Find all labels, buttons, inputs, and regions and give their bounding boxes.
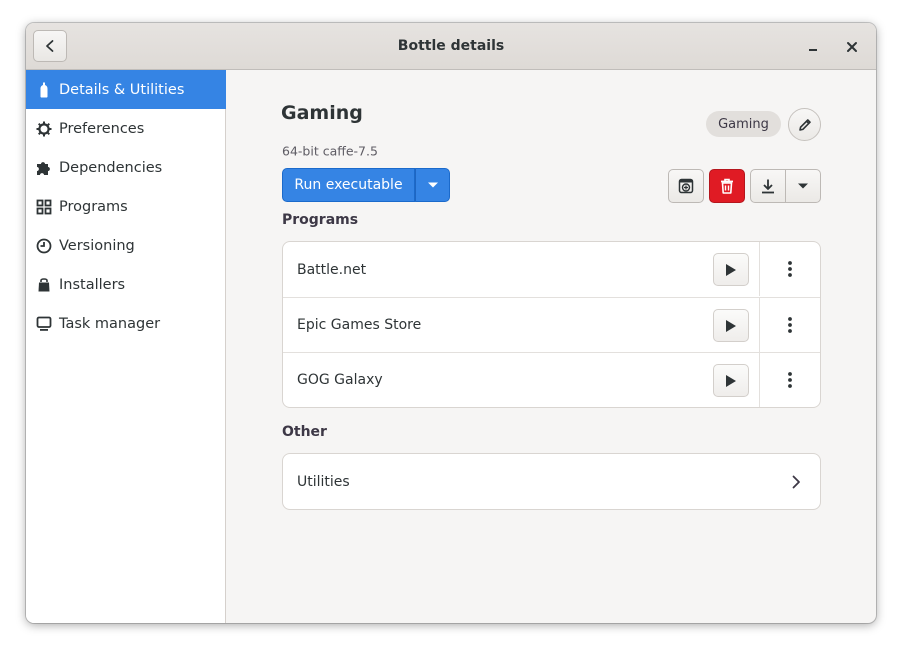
sidebar-item-programs[interactable]: Programs xyxy=(26,187,226,226)
monitor-icon xyxy=(35,315,53,333)
back-button[interactable] xyxy=(33,30,67,62)
program-name: Epic Games Store xyxy=(297,317,422,333)
trash-icon xyxy=(720,178,734,194)
bottle-subtitle: 64-bit caffe-7.5 xyxy=(282,143,378,159)
program-menu-button[interactable] xyxy=(760,353,820,407)
other-list: Utilities xyxy=(282,453,821,510)
details-content: Gaming 64-bit caffe-7.5 Gaming Run execu… xyxy=(227,70,876,623)
more-vertical-icon xyxy=(788,372,792,388)
chevron-down-icon xyxy=(797,182,809,190)
program-menu-button[interactable] xyxy=(760,298,820,352)
puzzle-icon xyxy=(35,159,53,177)
run-program-button[interactable] xyxy=(713,253,749,286)
sidebar-item-label: Dependencies xyxy=(59,159,163,176)
pencil-icon xyxy=(797,117,813,133)
close-button[interactable] xyxy=(840,35,864,59)
sidebar-item-preferences[interactable]: Preferences xyxy=(26,109,226,148)
chevron-down-icon xyxy=(427,181,439,189)
back-arrow-icon xyxy=(43,39,57,53)
run-program-button[interactable] xyxy=(713,364,749,397)
bottle-name: Gaming xyxy=(281,102,363,124)
program-menu-button[interactable] xyxy=(760,242,820,296)
list-item: Epic Games Store xyxy=(283,297,820,352)
play-icon xyxy=(725,374,737,388)
download-icon xyxy=(760,178,776,194)
minimize-button[interactable] xyxy=(801,35,825,59)
bag-icon xyxy=(35,276,53,294)
rename-button[interactable] xyxy=(788,108,821,141)
header-bar: Bottle details xyxy=(26,23,876,70)
program-name: Battle.net xyxy=(297,261,367,278)
sidebar-item-label: Preferences xyxy=(59,120,145,137)
sidebar-item-label: Installers xyxy=(59,276,126,293)
minimize-icon xyxy=(807,41,819,53)
environment-badge: Gaming xyxy=(706,111,781,137)
backup-options-button[interactable] xyxy=(785,169,821,203)
wine-tools-button[interactable] xyxy=(668,169,704,203)
sidebar-item-task-manager[interactable]: Task manager xyxy=(26,304,226,343)
sidebar-item-label: Versioning xyxy=(59,237,135,254)
bottle-details-window: Bottle details Details & Utilities Prefe… xyxy=(26,23,876,623)
clock-icon xyxy=(35,237,53,255)
chevron-right-icon xyxy=(791,454,801,509)
sidebar-item-dependencies[interactable]: Dependencies xyxy=(26,148,226,187)
wine-icon xyxy=(678,178,694,194)
programs-list: Battle.net Epic Games Store GOG Galaxy xyxy=(282,241,821,408)
backup-button[interactable] xyxy=(750,169,786,203)
more-vertical-icon xyxy=(788,317,792,333)
sidebar-item-versioning[interactable]: Versioning xyxy=(26,226,226,265)
run-executable-button[interactable]: Run executable xyxy=(282,168,415,202)
sidebar-item-label: Task manager xyxy=(59,315,161,332)
play-icon xyxy=(725,319,737,333)
sidebar-item-installers[interactable]: Installers xyxy=(26,265,226,304)
utilities-row[interactable]: Utilities xyxy=(283,454,820,509)
list-item: Battle.net xyxy=(283,242,820,297)
more-vertical-icon xyxy=(788,261,792,277)
run-options-button[interactable] xyxy=(415,168,450,202)
run-program-button[interactable] xyxy=(713,309,749,342)
run-executable-group: Run executable xyxy=(282,168,450,202)
close-icon xyxy=(846,41,858,53)
gear-icon xyxy=(35,120,53,138)
sidebar-item-details-utilities[interactable]: Details & Utilities xyxy=(26,70,226,109)
sidebar: Details & Utilities Preferences Dependen… xyxy=(26,70,226,623)
play-icon xyxy=(725,263,737,277)
utilities-label: Utilities xyxy=(297,473,350,490)
programs-section-title: Programs xyxy=(282,212,359,228)
window-title: Bottle details xyxy=(397,38,505,54)
sidebar-item-label: Programs xyxy=(59,198,128,215)
program-name: GOG Galaxy xyxy=(297,372,383,388)
other-section-title: Other xyxy=(282,424,327,440)
grid-icon xyxy=(35,198,53,216)
list-item: GOG Galaxy xyxy=(283,352,820,407)
delete-bottle-button[interactable] xyxy=(709,169,745,203)
sidebar-item-label: Details & Utilities xyxy=(59,81,185,98)
bottle-icon xyxy=(35,81,53,99)
